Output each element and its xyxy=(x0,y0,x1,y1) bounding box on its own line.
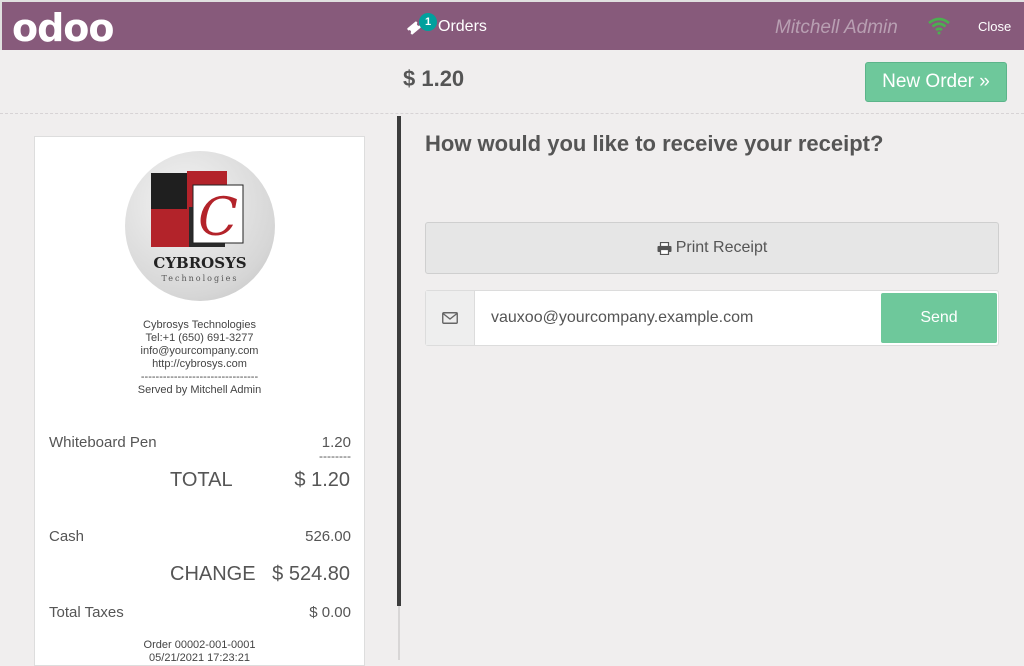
line-separator: -------- xyxy=(319,449,351,463)
company-website: http://cybrosys.com xyxy=(152,358,247,370)
receipt-question: How would you like to receive your recei… xyxy=(425,131,884,156)
print-receipt-label: Print Receipt xyxy=(675,239,768,256)
order-ref: Order 00002-001-0001 xyxy=(143,639,256,651)
total-label: TOTAL xyxy=(170,469,233,491)
company-phone: Tel:+1 (650) 691-3277 xyxy=(145,332,254,344)
line-item-name: Whiteboard Pen xyxy=(49,434,157,451)
company-email: info@yourcompany.com xyxy=(140,345,259,357)
odoo-logo: odoo xyxy=(12,6,115,50)
company-info: Cybrosys Technologies Tel:+1 (650) 691-3… xyxy=(35,319,364,397)
orders-label: Orders xyxy=(438,18,487,35)
panel-divider-bottom xyxy=(398,606,400,660)
total-value: $ 1.20 xyxy=(294,469,350,491)
email-input[interactable] xyxy=(476,291,880,345)
logo-brand-text: CYBROSYS xyxy=(153,254,246,272)
orders-count-badge: 1 xyxy=(419,13,437,31)
top-bar: odoo 1 Orders Mitchell Admin Close xyxy=(0,0,1024,50)
taxes-value: $ 0.00 xyxy=(309,604,351,621)
send-button[interactable]: Send xyxy=(881,293,997,343)
cashier-name[interactable]: Mitchell Admin xyxy=(775,17,898,39)
amount-bar: $ 1.20 New Order » xyxy=(0,52,1024,114)
company-name: Cybrosys Technologies xyxy=(143,319,256,331)
print-receipt-button[interactable]: Print Receipt xyxy=(425,222,999,274)
order-date: 05/21/2021 17:23:21 xyxy=(149,652,250,664)
email-receipt-row: Send xyxy=(425,290,999,346)
change-value: $ 524.80 xyxy=(272,563,350,585)
taxes-label: Total Taxes xyxy=(49,604,124,621)
orders-button[interactable]: 1 Orders xyxy=(406,12,487,42)
svg-text:C: C xyxy=(198,188,238,248)
company-logo: C CYBROSYS Technologies xyxy=(125,151,275,301)
ticket-icon: 1 xyxy=(406,13,437,38)
envelope-icon xyxy=(426,291,475,345)
separator: -------------------------------- xyxy=(140,371,259,383)
close-button[interactable]: Close xyxy=(978,19,1011,34)
new-order-button[interactable]: New Order » xyxy=(865,62,1007,102)
receipt: C CYBROSYS Technologies Cybrosys Technol… xyxy=(34,136,365,666)
order-info: Order 00002-001-0001 05/21/2021 17:23:21 xyxy=(35,639,364,665)
printer-icon xyxy=(657,241,672,255)
panel-divider xyxy=(397,116,401,606)
logo-sub-text: Technologies xyxy=(162,274,239,283)
change-label: CHANGE xyxy=(170,563,256,585)
payment-method: Cash xyxy=(49,528,85,545)
top-amount: $ 1.20 xyxy=(403,66,465,91)
payment-amount: 526.00 xyxy=(305,528,351,545)
line-item: Whiteboard Pen 1.20 xyxy=(49,434,351,451)
payment-line: Cash 526.00 xyxy=(49,528,351,545)
served-by: Served by Mitchell Admin xyxy=(137,384,262,396)
wifi-icon xyxy=(928,17,950,40)
taxes-line: Total Taxes $ 0.00 xyxy=(49,604,351,621)
